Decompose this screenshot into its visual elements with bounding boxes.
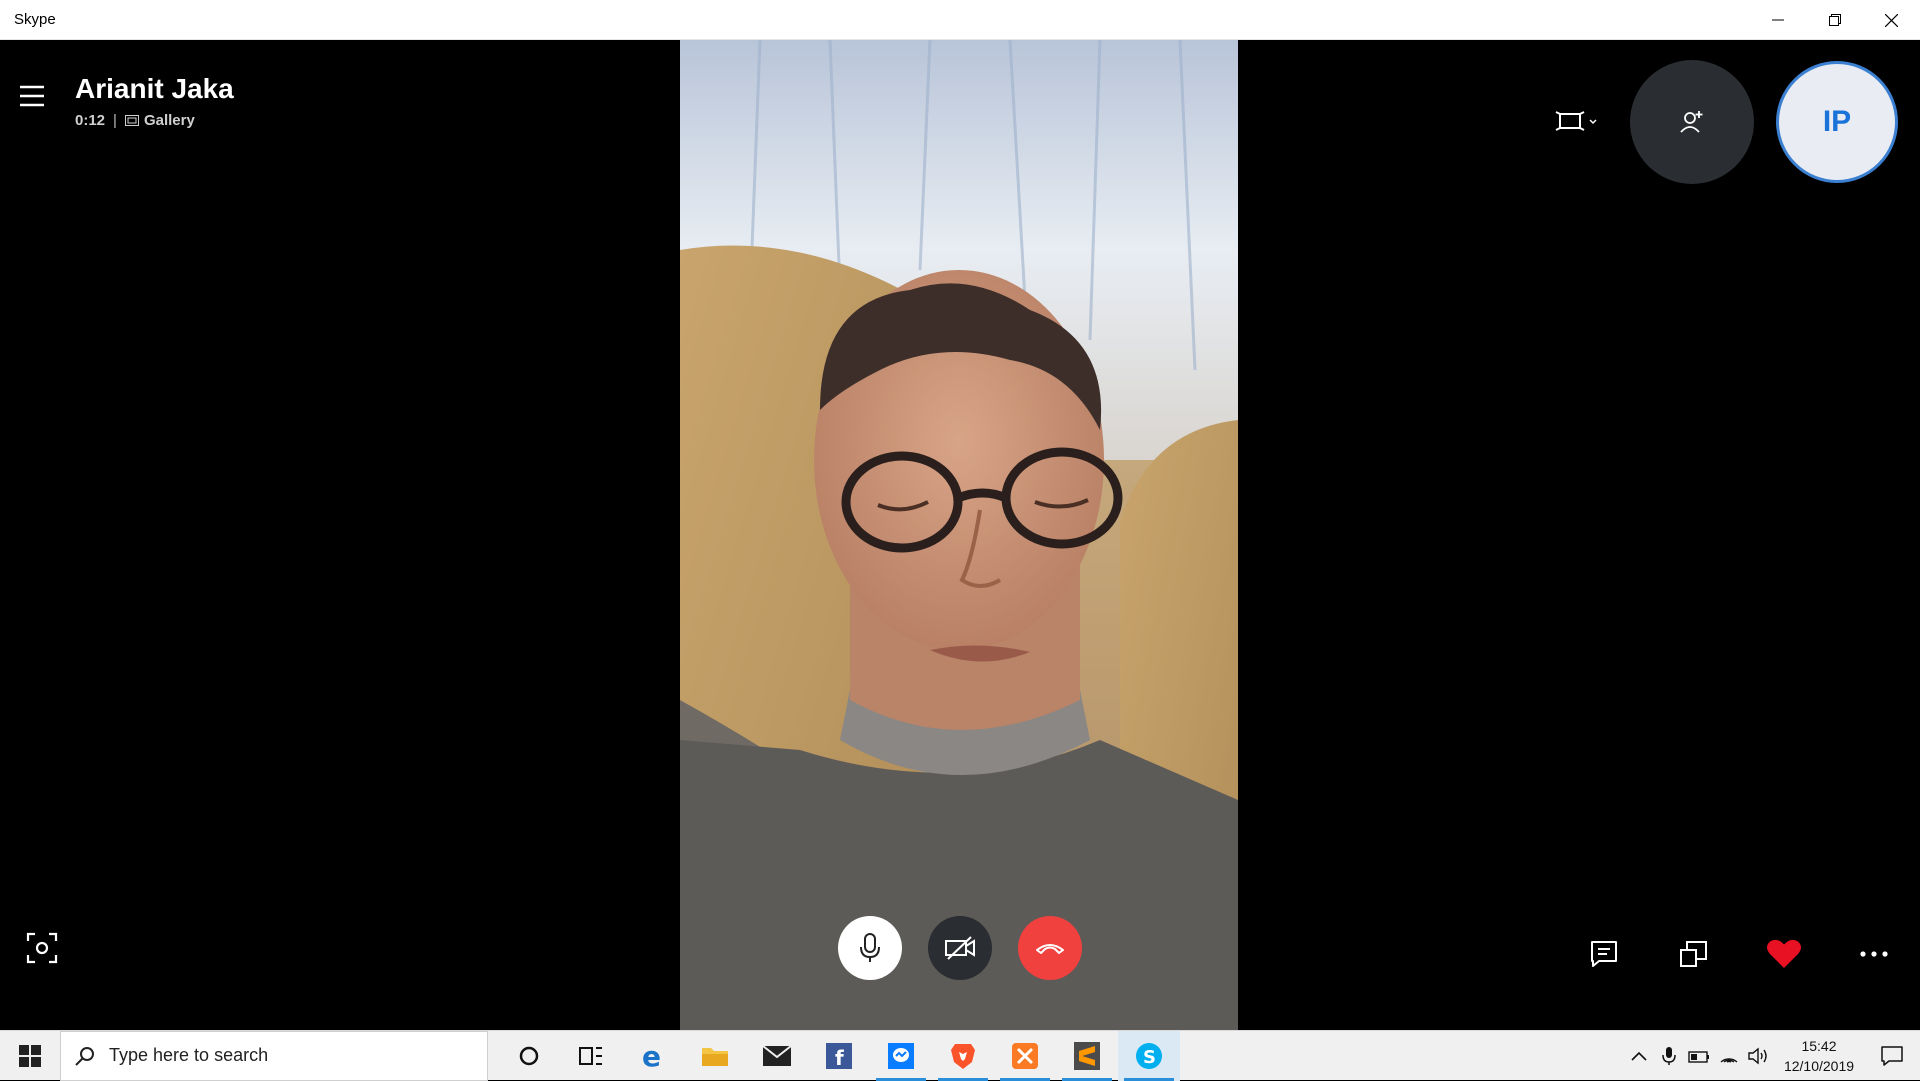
contact-name: Arianit Jaka xyxy=(75,73,234,104)
hamburger-icon xyxy=(20,85,44,107)
action-center-button[interactable] xyxy=(1864,1031,1920,1081)
chat-button[interactable] xyxy=(1586,936,1622,972)
window-controls xyxy=(1749,0,1920,40)
meta-separator: | xyxy=(113,112,117,129)
sublime-text-icon xyxy=(1074,1041,1100,1070)
chat-icon xyxy=(1591,941,1617,967)
more-icon xyxy=(1860,951,1888,957)
clock-time: 15:42 xyxy=(1801,1038,1837,1054)
camera-off-icon xyxy=(945,936,975,960)
menu-button[interactable] xyxy=(18,84,52,114)
facebook-icon: f xyxy=(826,1042,852,1069)
restore-button[interactable] xyxy=(1806,0,1863,40)
gallery-icon xyxy=(124,115,139,126)
messenger-icon xyxy=(888,1042,914,1069)
system-tray: 15:42 12/10/2019 xyxy=(1624,1031,1920,1081)
call-meta: 0:12 | Gallery xyxy=(75,112,195,129)
search-placeholder: Type here to search xyxy=(109,1045,269,1065)
window-title: Skype xyxy=(14,11,56,28)
clock-date: 12/10/2019 xyxy=(1783,1058,1855,1074)
hang-up-button[interactable] xyxy=(1018,916,1082,980)
taskbar-search[interactable]: Type here to search xyxy=(60,1030,488,1081)
self-avatar-initials: IP xyxy=(1822,105,1852,138)
react-button[interactable] xyxy=(1766,936,1802,972)
tray-network[interactable] xyxy=(1714,1031,1744,1081)
notification-icon xyxy=(1881,1046,1903,1066)
cortana-icon xyxy=(519,1046,539,1065)
wifi-icon xyxy=(1720,1058,1738,1063)
taskbar-facebook[interactable]: f xyxy=(808,1031,870,1081)
folder-icon xyxy=(702,1047,728,1066)
taskbar-mail[interactable] xyxy=(746,1031,808,1081)
start-button[interactable] xyxy=(0,1031,60,1081)
taskbar-brave[interactable] xyxy=(932,1031,994,1081)
close-icon xyxy=(1885,13,1898,27)
chevron-up-icon xyxy=(1631,1051,1647,1061)
remote-video xyxy=(680,40,1238,1030)
snapshot-icon xyxy=(26,932,58,964)
minimize-button[interactable] xyxy=(1749,0,1806,40)
svg-text:f: f xyxy=(835,1046,844,1069)
taskbar-file-explorer[interactable] xyxy=(684,1031,746,1081)
video-toggle-button[interactable] xyxy=(928,916,992,980)
volume-icon xyxy=(1748,1047,1767,1065)
tray-overflow-button[interactable] xyxy=(1624,1031,1654,1081)
tray-battery[interactable] xyxy=(1684,1031,1714,1081)
minimize-icon xyxy=(1771,19,1784,21)
tray-volume[interactable] xyxy=(1744,1031,1774,1081)
search-icon xyxy=(75,1046,94,1066)
self-avatar[interactable]: IP xyxy=(1776,61,1898,183)
taskbar-edge[interactable]: e xyxy=(622,1031,684,1081)
restore-icon xyxy=(1828,14,1841,26)
remote-video-feed xyxy=(680,40,1238,1030)
call-area: Arianit Jaka 0:12 | Gallery IP xyxy=(0,40,1920,1030)
layout-button[interactable] xyxy=(1554,108,1604,136)
skype-icon: S xyxy=(1136,1042,1162,1069)
microphone-icon xyxy=(860,933,880,962)
taskbar: Type here to search e f S 15:42 12/10/20… xyxy=(0,1030,1920,1081)
windows-icon xyxy=(19,1044,41,1067)
svg-text:S: S xyxy=(1143,1047,1156,1068)
close-button[interactable] xyxy=(1863,0,1920,40)
snapshot-button[interactable] xyxy=(26,932,62,968)
add-person-icon xyxy=(1680,111,1703,133)
call-controls xyxy=(838,916,1082,980)
taskbar-apps: e f S xyxy=(498,1030,1180,1081)
taskbar-xampp[interactable] xyxy=(994,1031,1056,1081)
xampp-icon xyxy=(1012,1042,1038,1069)
taskbar-clock[interactable]: 15:42 12/10/2019 xyxy=(1774,1036,1864,1076)
heart-icon xyxy=(1767,939,1801,968)
mute-button[interactable] xyxy=(838,916,902,980)
svg-text:e: e xyxy=(642,1042,661,1070)
task-view-icon xyxy=(579,1046,602,1065)
taskbar-cortana[interactable] xyxy=(498,1031,560,1081)
battery-icon xyxy=(1688,1051,1709,1063)
brave-icon xyxy=(951,1043,975,1069)
taskbar-sublime-text[interactable] xyxy=(1056,1031,1118,1081)
hang-up-icon xyxy=(1036,944,1064,954)
tray-microphone[interactable] xyxy=(1654,1031,1684,1081)
taskbar-skype[interactable]: S xyxy=(1118,1030,1180,1081)
more-options-button[interactable] xyxy=(1856,936,1892,972)
add-people-button[interactable] xyxy=(1630,60,1754,184)
secondary-controls xyxy=(1586,936,1892,972)
share-screen-button[interactable] xyxy=(1676,936,1712,972)
microphone-tray-icon xyxy=(1662,1047,1676,1065)
mail-icon xyxy=(762,1044,792,1066)
edge-icon: e xyxy=(642,1042,661,1070)
view-mode-toggle[interactable]: Gallery xyxy=(124,112,195,129)
taskbar-messenger[interactable] xyxy=(870,1031,932,1081)
layout-icon xyxy=(1555,111,1597,131)
taskbar-task-view[interactable] xyxy=(560,1031,622,1081)
view-mode-label: Gallery xyxy=(143,112,195,129)
call-duration: 0:12 xyxy=(75,112,106,129)
share-screen-icon xyxy=(1680,941,1707,967)
title-bar: Skype xyxy=(0,0,1920,40)
